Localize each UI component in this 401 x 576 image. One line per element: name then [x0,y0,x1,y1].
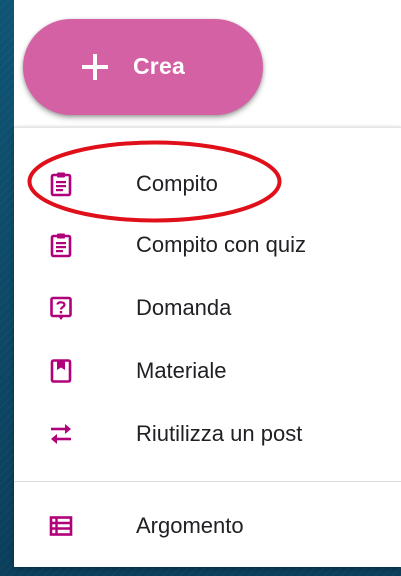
menu-item-material[interactable]: Materiale [14,340,401,402]
quiz-assignment-icon [48,232,74,258]
plus-icon [75,52,115,82]
menu-item-label: Compito [136,171,218,196]
menu-item-label: Argomento [136,513,244,538]
menu-item-label: Domanda [136,295,232,320]
menu-item-assignment[interactable]: Compito [14,153,401,215]
menu-divider [14,481,401,482]
create-button-label: Crea [133,53,185,79]
menu-item-topic[interactable]: Argomento [14,495,401,557]
menu-item-reuse-post[interactable]: Riutilizza un post [14,403,401,465]
topic-icon [48,513,74,539]
menu-item-label: Riutilizza un post [136,421,303,446]
reuse-icon [48,421,74,447]
menu-item-label: Compito con quiz [136,232,306,257]
menu-item-quiz-assignment[interactable]: Compito con quiz [14,214,401,276]
menu-item-question[interactable]: Domanda [14,277,401,339]
material-icon [48,358,74,384]
create-menu: Compito Compito con quiz Domanda Materia… [14,127,401,567]
question-icon [48,295,74,321]
menu-item-label: Materiale [136,358,227,383]
create-button[interactable]: Crea [23,19,263,115]
assignment-icon [48,171,74,197]
